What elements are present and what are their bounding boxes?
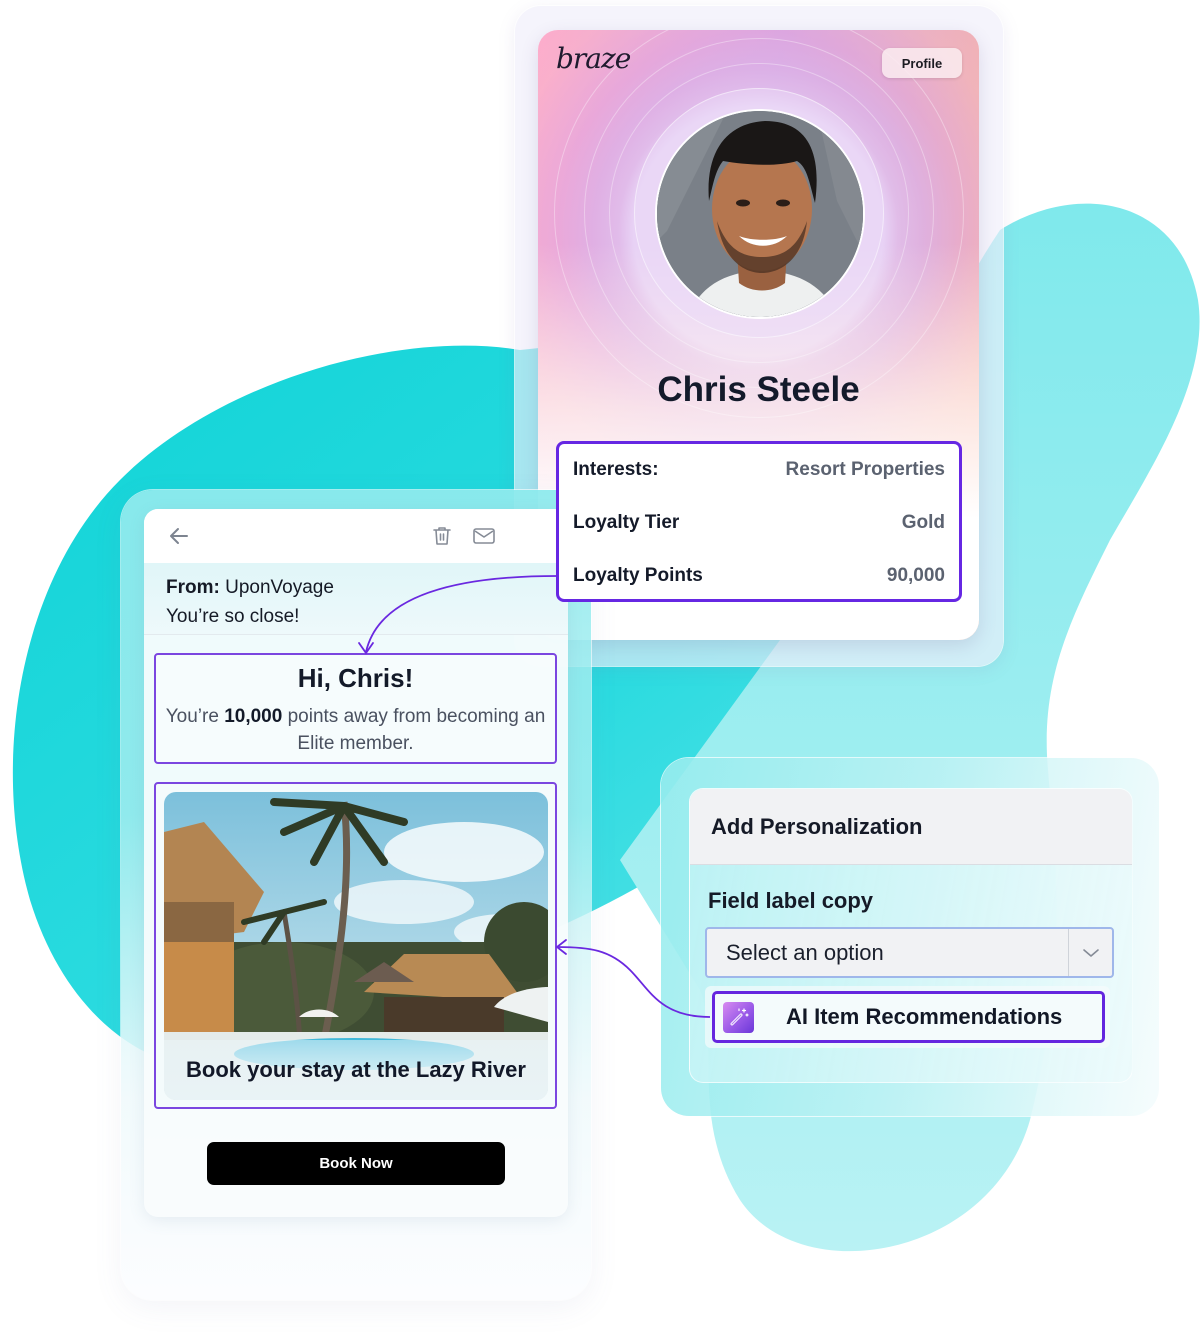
attribute-label: Loyalty Points bbox=[573, 564, 703, 586]
from-value: UponVoyage bbox=[225, 577, 334, 598]
attribute-value: Gold bbox=[901, 511, 945, 533]
chevron-down-icon[interactable] bbox=[1068, 929, 1112, 976]
body-suffix: points away from becoming an Elite membe… bbox=[287, 706, 546, 754]
magic-wand-icon bbox=[723, 1001, 754, 1033]
email-subject: You’re so close! bbox=[166, 606, 300, 627]
profile-card: braze Profile Chris Steele Interests: Re… bbox=[538, 30, 979, 640]
book-now-button[interactable]: Book Now bbox=[207, 1142, 505, 1185]
attribute-row-interests: Interests: Resort Properties bbox=[573, 444, 945, 496]
option-select[interactable]: Select an option bbox=[705, 927, 1114, 978]
dropdown-menu: AI Item Recommendations bbox=[705, 986, 1110, 1048]
arrow-left-icon[interactable] bbox=[166, 523, 192, 549]
greeting-title: Hi, Chris! bbox=[297, 663, 414, 693]
greeting-block: Hi, Chris! You’re 10,000 points away fro… bbox=[154, 653, 557, 764]
email-toolbar bbox=[144, 509, 568, 563]
body-prefix: You’re bbox=[165, 706, 219, 727]
body-points: 10,000 bbox=[224, 706, 283, 727]
attribute-value: Resort Properties bbox=[785, 459, 945, 480]
recommendation-block: Book your stay at the Lazy River bbox=[154, 782, 557, 1109]
field-label: Field label copy bbox=[708, 888, 874, 913]
from-label: From: bbox=[166, 577, 220, 598]
ai-item-recommendations-option[interactable]: AI Item Recommendations bbox=[712, 991, 1105, 1043]
panel-title: Add Personalization bbox=[690, 789, 1132, 865]
email-header: From: UponVoyage You’re so close! bbox=[144, 563, 568, 635]
hero-caption: Book your stay at the Lazy River bbox=[164, 1040, 548, 1100]
person-photo-icon bbox=[657, 111, 863, 317]
greeting-body: You’re 10,000 points away from becoming … bbox=[156, 703, 555, 757]
attribute-row-loyalty-points: Loyalty Points 90,000 bbox=[573, 549, 945, 602]
profile-name: Chris Steele bbox=[657, 370, 860, 409]
attribute-row-loyalty-tier: Loyalty Tier Gold bbox=[573, 496, 945, 549]
resort-hero-image[interactable]: Book your stay at the Lazy River bbox=[164, 792, 548, 1100]
personalization-panel: Add Personalization Field label copy Sel… bbox=[689, 788, 1133, 1083]
attribute-value: 90,000 bbox=[886, 564, 945, 586]
email-screen: From: UponVoyage You’re so close! Hi, Ch… bbox=[144, 509, 568, 1217]
attribute-label: Loyalty Tier bbox=[573, 511, 680, 533]
braze-logo: braze bbox=[556, 42, 631, 75]
select-placeholder: Select an option bbox=[726, 939, 884, 965]
envelope-icon[interactable] bbox=[471, 523, 497, 549]
trash-icon[interactable] bbox=[429, 523, 455, 549]
option-label: AI Item Recommendations bbox=[786, 1004, 1063, 1029]
profile-attributes: Interests: Resort Properties Loyalty Tie… bbox=[556, 441, 962, 602]
attribute-label: Interests: bbox=[573, 459, 659, 480]
email-from: From: UponVoyage bbox=[166, 573, 546, 602]
avatar bbox=[655, 109, 865, 319]
profile-button[interactable]: Profile bbox=[882, 48, 962, 78]
